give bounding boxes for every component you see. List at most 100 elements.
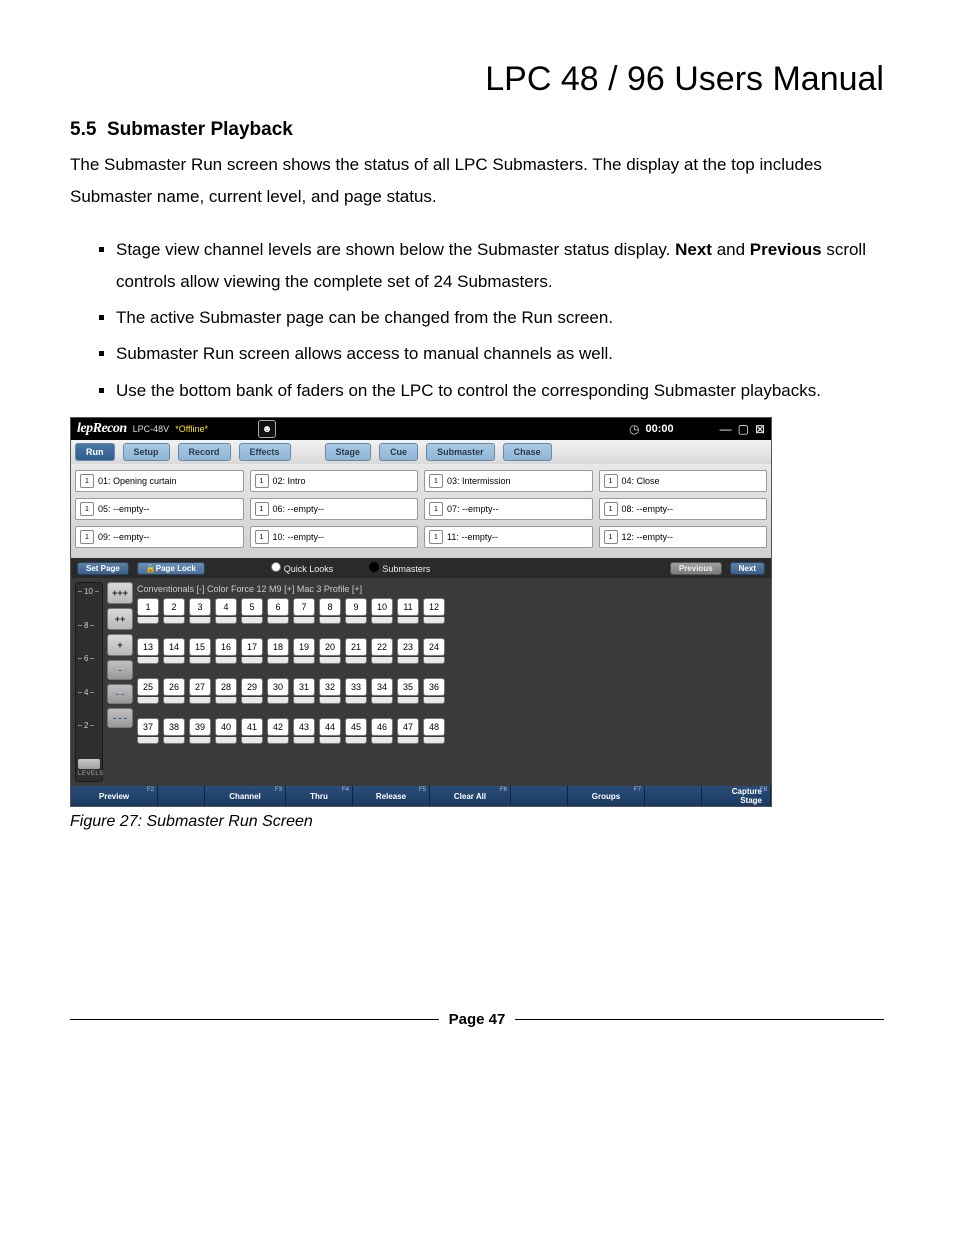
tab-record[interactable]: Record <box>178 443 231 461</box>
channel[interactable]: 23 <box>397 638 419 664</box>
channel[interactable]: 4 <box>215 598 237 624</box>
channel[interactable]: 30 <box>267 678 289 704</box>
tab-stage[interactable]: Stage <box>325 443 372 461</box>
channel[interactable]: 48 <box>423 718 445 744</box>
submaster-cell[interactable]: 101: Opening curtain <box>75 470 244 492</box>
submaster-cell[interactable]: 103: Intermission <box>424 470 593 492</box>
channel[interactable]: 18 <box>267 638 289 664</box>
next-button[interactable]: Next <box>730 562 765 575</box>
tab-run[interactable]: Run <box>75 443 115 461</box>
fkey-clear-all[interactable]: Clear AllF6 <box>430 786 511 806</box>
increment-button[interactable]: +++ <box>107 582 133 604</box>
channel-number: 44 <box>319 718 341 736</box>
channel[interactable]: 40 <box>215 718 237 744</box>
channel[interactable]: 19 <box>293 638 315 664</box>
page-lock-button[interactable]: 🔒Page Lock <box>137 562 205 575</box>
submaster-cell[interactable]: 109: --empty-- <box>75 526 244 548</box>
submaster-cell[interactable]: 106: --empty-- <box>250 498 419 520</box>
decrement-button[interactable]: - <box>107 660 133 680</box>
channel[interactable]: 26 <box>163 678 185 704</box>
channel[interactable]: 5 <box>241 598 263 624</box>
fkey-thru[interactable]: ThruF4 <box>286 786 353 806</box>
submaster-cell[interactable]: 112: --empty-- <box>599 526 768 548</box>
channel[interactable]: 12 <box>423 598 445 624</box>
quick-looks-radio[interactable]: Quick Looks <box>271 562 334 574</box>
fkey-groups[interactable]: GroupsF7 <box>568 786 645 806</box>
submaster-cell[interactable]: 110: --empty-- <box>250 526 419 548</box>
channel[interactable]: 36 <box>423 678 445 704</box>
channel-number: 24 <box>423 638 445 656</box>
decrement-button[interactable]: - - <box>107 684 133 704</box>
submasters-radio[interactable]: Submasters <box>369 562 430 574</box>
decrement-button[interactable]: - - - <box>107 708 133 728</box>
channel[interactable]: 33 <box>345 678 367 704</box>
tab-effects[interactable]: Effects <box>239 443 291 461</box>
channel[interactable]: 6 <box>267 598 289 624</box>
channel[interactable]: 14 <box>163 638 185 664</box>
channel[interactable]: 24 <box>423 638 445 664</box>
channel[interactable]: 13 <box>137 638 159 664</box>
channel[interactable]: 9 <box>345 598 367 624</box>
channel-level-bar <box>345 737 367 744</box>
channel[interactable]: 37 <box>137 718 159 744</box>
increment-button[interactable]: + <box>107 634 133 656</box>
fkey-channel[interactable]: ChannelF3 <box>205 786 286 806</box>
minimize-icon[interactable]: — <box>720 422 732 436</box>
submaster-cell[interactable]: 107: --empty-- <box>424 498 593 520</box>
set-page-button[interactable]: Set Page <box>77 562 129 575</box>
tab-setup[interactable]: Setup <box>123 443 170 461</box>
tab-cue[interactable]: Cue <box>379 443 418 461</box>
tab-submaster[interactable]: Submaster <box>426 443 495 461</box>
channel[interactable]: 32 <box>319 678 341 704</box>
fkey-capture-stage[interactable]: Capture StageF8 <box>702 786 771 806</box>
channel[interactable]: 15 <box>189 638 211 664</box>
level-slider-handle[interactable] <box>78 759 100 769</box>
submaster-cell[interactable]: 102: Intro <box>250 470 419 492</box>
channel[interactable]: 1 <box>137 598 159 624</box>
fkey-preview[interactable]: PreviewF2 <box>71 786 158 806</box>
channel[interactable]: 25 <box>137 678 159 704</box>
channel[interactable]: 2 <box>163 598 185 624</box>
previous-button[interactable]: Previous <box>670 562 722 575</box>
channel-level-bar <box>371 657 393 664</box>
channel[interactable]: 8 <box>319 598 341 624</box>
channel[interactable]: 43 <box>293 718 315 744</box>
increment-button[interactable]: ++ <box>107 608 133 630</box>
channel[interactable]: 16 <box>215 638 237 664</box>
tab-chase[interactable]: Chase <box>503 443 552 461</box>
channel[interactable]: 11 <box>397 598 419 624</box>
channel[interactable]: 42 <box>267 718 289 744</box>
channel[interactable]: 28 <box>215 678 237 704</box>
channel[interactable]: 10 <box>371 598 393 624</box>
submaster-cell[interactable]: 104: Close <box>599 470 768 492</box>
channel-level-bar <box>267 737 289 744</box>
maximize-icon[interactable]: ▢ <box>738 422 749 436</box>
face-icon[interactable]: ☻ <box>258 420 276 438</box>
channel[interactable]: 35 <box>397 678 419 704</box>
channel[interactable]: 20 <box>319 638 341 664</box>
channel-level-bar <box>319 657 341 664</box>
channel[interactable]: 39 <box>189 718 211 744</box>
channel[interactable]: 31 <box>293 678 315 704</box>
channel[interactable]: 44 <box>319 718 341 744</box>
close-icon[interactable]: ⊠ <box>755 422 765 436</box>
channel-number: 30 <box>267 678 289 696</box>
submaster-cell[interactable]: 105: --empty-- <box>75 498 244 520</box>
channel[interactable]: 46 <box>371 718 393 744</box>
channel[interactable]: 41 <box>241 718 263 744</box>
channel[interactable]: 38 <box>163 718 185 744</box>
fkey-release[interactable]: ReleaseF5 <box>353 786 430 806</box>
submaster-cell[interactable]: 108: --empty-- <box>599 498 768 520</box>
channel[interactable]: 17 <box>241 638 263 664</box>
channel[interactable]: 47 <box>397 718 419 744</box>
channel-level-bar <box>241 657 263 664</box>
channel[interactable]: 27 <box>189 678 211 704</box>
channel[interactable]: 3 <box>189 598 211 624</box>
channel[interactable]: 22 <box>371 638 393 664</box>
channel[interactable]: 29 <box>241 678 263 704</box>
channel[interactable]: 21 <box>345 638 367 664</box>
channel[interactable]: 45 <box>345 718 367 744</box>
submaster-cell[interactable]: 111: --empty-- <box>424 526 593 548</box>
channel[interactable]: 7 <box>293 598 315 624</box>
channel[interactable]: 34 <box>371 678 393 704</box>
